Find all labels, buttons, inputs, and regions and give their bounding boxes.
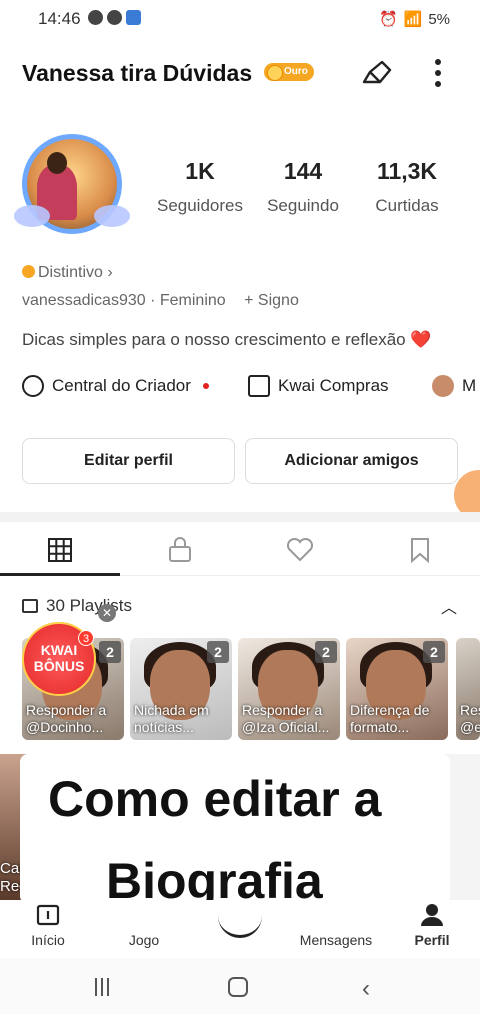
tab-private[interactable] <box>120 530 240 570</box>
video-icon <box>107 10 122 25</box>
kwai-shop-label: Kwai Compras <box>278 376 389 395</box>
playlist-caption: Nichada em notícias... <box>134 702 209 735</box>
playlist-count: 2 <box>99 641 121 663</box>
home-button-icon[interactable] <box>228 977 248 997</box>
edit-profile-button[interactable]: Editar perfil <box>22 438 235 484</box>
nav-game[interactable]: Jogo <box>96 932 192 948</box>
followers-label[interactable]: Seguidores <box>145 196 255 216</box>
tab-videos[interactable] <box>0 530 120 570</box>
playlist-count: 2 <box>315 641 337 663</box>
playlist-thumb[interactable]: 2 Diferença de formato... <box>346 638 448 740</box>
shopping-bag-icon <box>248 375 270 397</box>
recent-apps-icon[interactable] <box>92 978 112 996</box>
followers-count[interactable]: 1K <box>145 158 255 185</box>
playlist-caption: Responder a @Iza Oficial... <box>242 702 330 735</box>
notification-icons <box>88 10 141 25</box>
playlist-icon <box>22 599 38 613</box>
nav-home[interactable]: Início <box>0 932 96 948</box>
playlist-caption: Diferença de formato... <box>350 702 430 735</box>
lock-icon <box>169 537 191 562</box>
lightning-icon <box>22 375 44 397</box>
user-details: vanessadicas930 · Feminino + Signo <box>22 292 299 309</box>
avatar-wing-left <box>14 205 50 227</box>
battery-level: 5% <box>428 10 450 28</box>
sign-button[interactable]: + Signo <box>244 292 299 309</box>
whatsapp-icon <box>88 10 103 25</box>
section-divider <box>0 512 480 522</box>
wifi-icon: 📶 <box>403 11 423 28</box>
bio-text: Dicas simples para o nosso crescimento e… <box>22 330 406 349</box>
coin-icon <box>22 265 35 278</box>
likes-count[interactable]: 11,3K <box>352 158 462 185</box>
caption-line-1: Como editar a <box>48 771 382 827</box>
playlist-thumb[interactable]: Res @e <box>456 638 480 740</box>
playlist-count: 2 <box>423 641 445 663</box>
tab-likes[interactable] <box>240 530 360 570</box>
system-icons: ⏰ 📶 5% <box>378 10 450 29</box>
nav-messages[interactable]: Mensagens <box>288 932 384 948</box>
tab-saved[interactable] <box>360 530 480 570</box>
bio: Dicas simples para o nosso crescimento e… <box>22 330 432 350</box>
heart-emoji: ❤️ <box>410 330 432 349</box>
profile-name: Vanessa tira Dúvidas <box>22 60 253 86</box>
more-icon[interactable] <box>428 56 448 90</box>
ouro-badge[interactable]: Ouro <box>264 63 314 81</box>
alarm-icon: ⏰ <box>378 11 398 28</box>
active-tab-indicator <box>0 573 120 576</box>
notification-dot <box>202 383 209 389</box>
distintivo-label: Distintivo › <box>38 264 113 281</box>
kwai-shop-link[interactable]: Kwai Compras <box>248 375 389 397</box>
profile-icon[interactable] <box>419 902 445 928</box>
status-bar: 14:46 ⏰ 📶 5% <box>0 0 480 38</box>
creator-center-label: Central do Criador <box>52 376 191 395</box>
distintivo-link[interactable]: Distintivo › <box>22 264 113 282</box>
heart-icon <box>286 537 314 562</box>
playlists-label: 30 Playlists <box>46 596 132 615</box>
following-label[interactable]: Seguindo <box>248 196 358 216</box>
playlist-caption: Res @e <box>460 702 480 735</box>
playlist-thumb[interactable]: 2 Responder a @Iza Oficial... <box>238 638 340 740</box>
avatar-head <box>47 152 67 174</box>
status-time: 14:46 <box>38 9 81 28</box>
share-icon[interactable] <box>360 56 394 90</box>
back-icon[interactable]: ‹ <box>362 975 370 1003</box>
kwai-bonus-badge: 3 <box>78 630 94 646</box>
playlist-caption: Responder a @Docinho... <box>26 702 107 735</box>
home-icon[interactable] <box>35 902 61 928</box>
gender: Feminino <box>159 292 226 309</box>
collapse-icon[interactable]: ︿ <box>441 594 457 618</box>
creator-center-link[interactable]: Central do Criador <box>22 375 209 397</box>
grid-icon <box>48 538 72 562</box>
more-link[interactable]: M <box>432 375 476 397</box>
avatar-mini-icon <box>432 375 454 397</box>
following-count[interactable]: 144 <box>248 158 358 185</box>
shield-icon <box>126 10 141 25</box>
add-friends-button[interactable]: Adicionar amigos <box>245 438 458 484</box>
playlist-count: 2 <box>207 641 229 663</box>
nav-profile[interactable]: Perfil <box>384 932 480 948</box>
close-icon[interactable]: ✕ <box>98 604 116 622</box>
playlist-thumb[interactable]: 2 Nichada em notícias... <box>130 638 232 740</box>
likes-label[interactable]: Curtidas <box>352 196 462 216</box>
avatar-wing-right <box>94 205 130 227</box>
bookmark-icon <box>411 538 429 563</box>
username: vanessadicas930 <box>22 292 146 309</box>
more-link-label: M <box>462 376 477 395</box>
